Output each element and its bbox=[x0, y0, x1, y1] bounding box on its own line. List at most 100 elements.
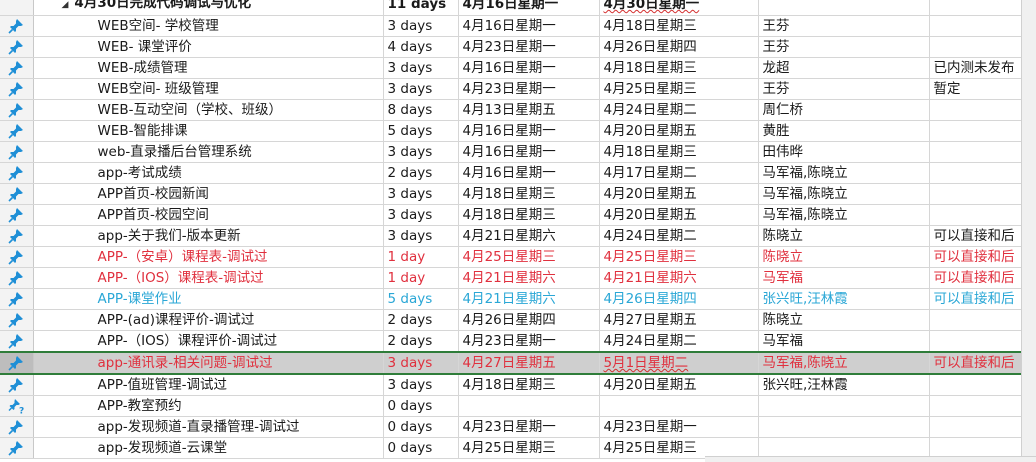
note-cell[interactable]: 暂定 bbox=[929, 78, 1023, 100]
start-cell[interactable] bbox=[458, 395, 600, 417]
task-row[interactable]: WEB空间- 学校管理 3 days 4月16日星期一 4月18日星期三 王芬 bbox=[0, 15, 1023, 37]
duration-cell[interactable]: 2 days bbox=[383, 309, 459, 331]
task-row[interactable]: app-关于我们-版本更新 3 days 4月21日星期六 4月24日星期二 陈晓立 可以… bbox=[0, 225, 1023, 247]
finish-cell[interactable]: 4月30日星期一 bbox=[599, 0, 759, 16]
finish-cell[interactable]: 4月20日星期五 bbox=[599, 204, 759, 226]
resource-cell[interactable]: 马军福 bbox=[758, 330, 930, 353]
note-cell[interactable] bbox=[929, 162, 1023, 184]
vertical-scrollbar[interactable] bbox=[1021, 0, 1036, 461]
finish-cell[interactable]: 4月26日星期四 bbox=[599, 288, 759, 310]
task-row[interactable]: app-发现频道-直录播管理-调试过 0 days 4月23日星期一 4月23日星期一 bbox=[0, 416, 1023, 438]
start-cell[interactable]: 4月21日星期六 bbox=[458, 267, 600, 289]
resource-cell[interactable]: 陈晓立 bbox=[758, 246, 930, 268]
collapse-triangle-icon[interactable]: ◢ bbox=[62, 0, 69, 10]
duration-cell[interactable]: 2 days bbox=[383, 162, 459, 184]
note-cell[interactable] bbox=[929, 330, 1023, 353]
task-row[interactable]: APP-值班管理-调试过 3 days 4月18日星期三 4月20日星期五 张兴旺,汪林… bbox=[0, 374, 1023, 396]
note-cell[interactable] bbox=[929, 204, 1023, 226]
finish-cell[interactable]: 4月21日星期六 bbox=[599, 267, 759, 289]
finish-cell[interactable] bbox=[599, 395, 759, 417]
note-cell[interactable] bbox=[929, 36, 1023, 58]
start-cell[interactable]: 4月23日星期一 bbox=[458, 36, 600, 58]
duration-cell[interactable]: 3 days bbox=[383, 57, 459, 79]
finish-cell[interactable]: 4月25日星期三 bbox=[599, 78, 759, 100]
start-cell[interactable]: 4月16日星期一 bbox=[458, 141, 600, 163]
resource-cell[interactable]: 张兴旺,汪林霞 bbox=[758, 374, 930, 396]
note-cell[interactable]: 可以直接和后 bbox=[929, 288, 1023, 310]
name-cell[interactable]: WEB-互动空间（学校、班级） bbox=[33, 99, 384, 121]
horizontal-scrollbar[interactable] bbox=[705, 456, 1036, 462]
name-cell[interactable]: APP首页-校园空间 bbox=[33, 204, 384, 226]
task-row[interactable]: WEB-成绩管理 3 days 4月16日星期一 4月18日星期三 龙超 已内测未发布 bbox=[0, 57, 1023, 79]
name-cell[interactable]: APP-（IOS）课程表-调试过 bbox=[33, 267, 384, 289]
summary-row[interactable]: ◢ 4月30日完成代码调试与优化 11 days 4月16日星期一 4月30日星期… bbox=[0, 0, 1023, 16]
name-cell[interactable]: app-发现频道-云课堂 bbox=[33, 437, 384, 459]
task-row[interactable]: APP-课堂作业 5 days 4月21日星期六 4月26日星期四 张兴旺,汪林霞 可以直… bbox=[0, 288, 1023, 310]
name-cell[interactable]: app-考试成绩 bbox=[33, 162, 384, 184]
name-cell[interactable]: WEB-智能排课 bbox=[33, 120, 384, 142]
note-cell[interactable]: 已内测未发布 bbox=[929, 57, 1023, 79]
note-cell[interactable] bbox=[929, 141, 1023, 163]
name-cell[interactable]: app-发现频道-直录播管理-调试过 bbox=[33, 416, 384, 438]
task-row[interactable]: APP首页-校园空间 3 days 4月18日星期三 4月20日星期五 马军福,陈晓立 bbox=[0, 204, 1023, 226]
name-cell[interactable]: APP-(ad)课程评价-调试过 bbox=[33, 309, 384, 331]
resource-cell[interactable]: 马军福,陈晓立 bbox=[758, 162, 930, 184]
start-cell[interactable]: 4月16日星期一 bbox=[458, 57, 600, 79]
task-row[interactable]: app-通讯录-相关问题-调试过 3 days 4月27日星期五 5月1日星期二 马军福… bbox=[0, 351, 1023, 375]
start-cell[interactable]: 4月21日星期六 bbox=[458, 288, 600, 310]
note-cell[interactable] bbox=[929, 0, 1023, 16]
task-row[interactable]: APP首页-校园新闻 3 days 4月18日星期三 4月20日星期五 马军福,陈晓立 bbox=[0, 183, 1023, 205]
start-cell[interactable]: 4月13日星期五 bbox=[458, 99, 600, 121]
finish-cell[interactable]: 4月27日星期五 bbox=[599, 309, 759, 331]
task-row[interactable]: WEB-智能排课 5 days 4月16日星期一 4月20日星期五 黄胜 bbox=[0, 120, 1023, 142]
finish-cell[interactable]: 4月26日星期四 bbox=[599, 36, 759, 58]
task-row[interactable]: web-直录播后台管理系统 3 days 4月16日星期一 4月18日星期三 田伟晔 bbox=[0, 141, 1023, 163]
duration-cell[interactable]: 3 days bbox=[383, 15, 459, 37]
task-row[interactable]: WEB-互动空间（学校、班级） 8 days 4月13日星期五 4月24日星期二 周仁桥 bbox=[0, 99, 1023, 121]
start-cell[interactable]: 4月16日星期一 bbox=[458, 120, 600, 142]
note-cell[interactable] bbox=[929, 395, 1023, 417]
start-cell[interactable]: 4月23日星期一 bbox=[458, 416, 600, 438]
duration-cell[interactable]: 3 days bbox=[383, 183, 459, 205]
resource-cell[interactable]: 王芬 bbox=[758, 15, 930, 37]
finish-cell[interactable]: 4月18日星期三 bbox=[599, 15, 759, 37]
start-cell[interactable]: 4月23日星期一 bbox=[458, 78, 600, 100]
note-cell[interactable] bbox=[929, 416, 1023, 438]
name-cell[interactable]: APP首页-校园新闻 bbox=[33, 183, 384, 205]
name-cell[interactable]: WEB空间- 班级管理 bbox=[33, 78, 384, 100]
duration-cell[interactable]: 3 days bbox=[383, 204, 459, 226]
task-name-cell[interactable]: ◢ 4月30日完成代码调试与优化 bbox=[33, 0, 384, 16]
finish-cell[interactable]: 4月20日星期五 bbox=[599, 374, 759, 396]
resource-cell[interactable]: 王芬 bbox=[758, 36, 930, 58]
duration-cell[interactable]: 2 days bbox=[383, 330, 459, 353]
duration-cell[interactable]: 0 days bbox=[383, 416, 459, 438]
resource-cell[interactable]: 陈晓立 bbox=[758, 309, 930, 331]
start-cell[interactable]: 4月16日星期一 bbox=[458, 162, 600, 184]
duration-cell[interactable]: 5 days bbox=[383, 120, 459, 142]
task-row[interactable]: APP-（IOS）课程评价-调试过 2 days 4月23日星期一 4月24日星期二马… bbox=[0, 330, 1023, 353]
name-cell[interactable]: APP-值班管理-调试过 bbox=[33, 374, 384, 396]
note-cell[interactable] bbox=[929, 374, 1023, 396]
finish-cell[interactable]: 4月17日星期二 bbox=[599, 162, 759, 184]
finish-cell[interactable]: 4月23日星期一 bbox=[599, 416, 759, 438]
note-cell[interactable]: 可以直接和后 bbox=[929, 351, 1023, 375]
name-cell[interactable]: web-直录播后台管理系统 bbox=[33, 141, 384, 163]
note-cell[interactable] bbox=[929, 15, 1023, 37]
finish-cell[interactable]: 4月25日星期三 bbox=[599, 246, 759, 268]
start-cell[interactable]: 4月18日星期三 bbox=[458, 204, 600, 226]
start-cell[interactable]: 4月23日星期一 bbox=[458, 330, 600, 353]
duration-cell[interactable]: 3 days bbox=[383, 374, 459, 396]
finish-cell[interactable]: 4月24日星期二 bbox=[599, 99, 759, 121]
resource-cell[interactable]: 张兴旺,汪林霞 bbox=[758, 288, 930, 310]
duration-cell[interactable]: 3 days bbox=[383, 141, 459, 163]
name-cell[interactable]: APP-教室预约 bbox=[33, 395, 384, 417]
task-row[interactable]: APP-（IOS）课程表-调试过 1 day 4月21日星期六 4月21日星期六 马军福… bbox=[0, 267, 1023, 289]
task-row[interactable]: ? APP-教室预约 0 days bbox=[0, 395, 1023, 417]
duration-cell[interactable]: 5 days bbox=[383, 288, 459, 310]
resource-cell[interactable] bbox=[758, 416, 930, 438]
duration-cell[interactable]: 4 days bbox=[383, 36, 459, 58]
finish-cell[interactable]: 4月18日星期三 bbox=[599, 57, 759, 79]
duration-cell[interactable]: 1 day bbox=[383, 267, 459, 289]
duration-cell[interactable]: 8 days bbox=[383, 99, 459, 121]
finish-cell[interactable]: 5月1日星期二 bbox=[599, 351, 759, 375]
